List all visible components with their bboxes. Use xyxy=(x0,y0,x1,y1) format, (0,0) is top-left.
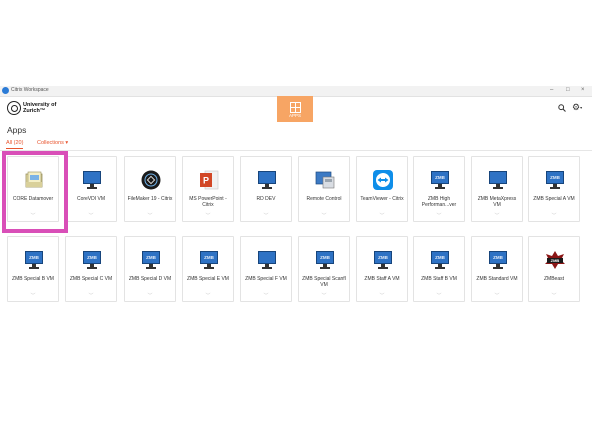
university-seal-icon xyxy=(7,101,21,115)
chevron-down-icon[interactable]: ﹀ xyxy=(263,294,269,299)
app-label: ZMB MetaXpress VM xyxy=(477,196,517,208)
app-tile-zmb-special-f[interactable]: ZMB Special F VM ﹀ xyxy=(240,236,292,302)
chevron-down-icon[interactable]: ﹀ xyxy=(263,214,269,219)
app-tile-zmb-high-performance[interactable]: ZMB ZMB High Performan...ver ﹀ xyxy=(413,156,465,222)
app-tile-zmb-metaxpress[interactable]: ZMB MetaXpress VM ﹀ xyxy=(471,156,523,222)
chevron-down-icon[interactable]: ﹀ xyxy=(147,214,153,219)
zmb-monitor-icon: ZMB xyxy=(314,249,336,271)
app-tile-zmb-special-e[interactable]: ZMB ZMB Special E VM ﹀ xyxy=(182,236,234,302)
page-title: Apps xyxy=(7,125,27,135)
divider xyxy=(0,150,592,151)
app-label: ZMB Staff B VM xyxy=(421,276,457,282)
app-label: ZMB Special F VM xyxy=(245,276,287,282)
app-tile-ms-powerpoint[interactable]: P MS PowerPoint - Citrix ﹀ xyxy=(182,156,234,222)
app-tile-corevdi-vm[interactable]: CoreVDI VM ﹀ xyxy=(65,156,117,222)
app-tile-zmb-special-c[interactable]: ZMB ZMB Special C VM ﹀ xyxy=(65,236,117,302)
svg-text:ZMB: ZMB xyxy=(551,258,560,263)
close-button[interactable]: × xyxy=(581,86,585,95)
app-label: ZMBeast xyxy=(543,276,564,282)
app-label: ZMB Special D VM xyxy=(128,276,172,282)
tab-collections[interactable]: Collections ▾ xyxy=(37,140,68,146)
nav-apps-tab[interactable]: APPS xyxy=(277,96,313,122)
svg-text:P: P xyxy=(203,176,209,186)
app-label: ZMB Special C VM xyxy=(69,276,113,282)
zmb-monitor-icon: ZMB xyxy=(487,249,509,271)
chevron-down-icon[interactable]: ﹀ xyxy=(205,294,211,299)
app-label: ZMB Special A VM xyxy=(533,196,575,202)
monitor-icon xyxy=(256,249,278,271)
powerpoint-icon: P xyxy=(200,170,219,190)
gear-icon[interactable]: ⚙▾ xyxy=(572,103,584,112)
chevron-down-icon[interactable]: ﹀ xyxy=(30,294,36,299)
remote-control-icon xyxy=(315,171,335,189)
chevron-down-icon[interactable]: ﹀ xyxy=(88,294,94,299)
monitor-icon xyxy=(487,169,509,191)
zmb-monitor-icon: ZMB xyxy=(372,249,394,271)
app-label: TeamViewer - Citrix xyxy=(360,196,404,202)
zmb-monitor-icon: ZMB xyxy=(81,249,103,271)
app-tile-zmb-special-d[interactable]: ZMB ZMB Special D VM ﹀ xyxy=(124,236,176,302)
chevron-down-icon[interactable]: ﹀ xyxy=(551,294,557,299)
app-tile-teamviewer[interactable]: TeamViewer - Citrix ﹀ xyxy=(356,156,408,222)
apps-grid-icon xyxy=(290,102,301,113)
app-label: ZMB High Performan...ver xyxy=(421,196,457,208)
chevron-down-icon[interactable]: ﹀ xyxy=(551,214,557,219)
tab-all[interactable]: All (20) xyxy=(6,140,23,146)
zmb-monitor-icon: ZMB xyxy=(198,249,220,271)
chevron-down-icon[interactable]: ﹀ xyxy=(88,214,94,219)
zmb-monitor-icon: ZMB xyxy=(140,249,162,271)
app-label: ZMB Special E VM xyxy=(187,276,229,282)
app-label: ZMB Staff A VM xyxy=(364,276,400,282)
chevron-down-icon[interactable]: ﹀ xyxy=(494,214,500,219)
minimize-button[interactable]: – xyxy=(550,86,553,95)
zmb-monitor-icon: ZMB xyxy=(23,249,45,271)
app-label: Remote Control xyxy=(306,196,342,202)
chevron-down-icon[interactable]: ﹀ xyxy=(321,294,327,299)
citrix-logo-icon xyxy=(2,87,9,94)
app-tile-zmb-special-a[interactable]: ZMB ZMB Special A VM ﹀ xyxy=(528,156,580,222)
app-tile-zmb-staff-b[interactable]: ZMB ZMB Staff B VM ﹀ xyxy=(413,236,465,302)
chevron-down-icon[interactable]: ﹀ xyxy=(379,214,385,219)
app-label: ZMB Special B VM xyxy=(12,276,54,282)
filemaker-icon xyxy=(141,170,161,190)
chevron-down-icon[interactable]: ﹀ xyxy=(494,294,500,299)
monitor-icon xyxy=(256,169,278,191)
app-label: FileMaker 19 - Citrix xyxy=(127,196,173,202)
chevron-down-icon[interactable]: ﹀ xyxy=(379,294,385,299)
app-tile-zmb-special-scanfl[interactable]: ZMB ZMB Special Scanfl VM ﹀ xyxy=(298,236,350,302)
nav-apps-label: APPS xyxy=(288,113,301,118)
maximize-button[interactable]: □ xyxy=(566,86,570,95)
university-logo[interactable]: University of Zurich™ xyxy=(7,100,57,120)
app-label: CoreVDI VM xyxy=(76,196,106,202)
chevron-down-icon[interactable]: ﹀ xyxy=(436,294,442,299)
university-name: University of Zurich™ xyxy=(23,102,56,114)
app-tile-filemaker[interactable]: FileMaker 19 - Citrix ﹀ xyxy=(124,156,176,222)
app-tile-zmb-special-b[interactable]: ZMB ZMB Special B VM ﹀ xyxy=(7,236,59,302)
search-icon[interactable] xyxy=(558,104,566,112)
chevron-down-icon[interactable]: ﹀ xyxy=(321,214,327,219)
chevron-down-icon[interactable]: ﹀ xyxy=(205,214,211,219)
window-title: Citrix Workspace xyxy=(11,87,49,93)
zmb-monitor-icon: ZMB xyxy=(544,169,566,191)
app-tile-remote-control[interactable]: Remote Control ﹀ xyxy=(298,156,350,222)
app-label: MS PowerPoint - Citrix xyxy=(189,196,227,208)
app-tile-zmbeast[interactable]: ZMB ZMBeast ﹀ xyxy=(528,236,580,302)
app-label: ZMB Standard VM xyxy=(476,276,518,282)
zmb-monitor-icon: ZMB xyxy=(429,249,451,271)
app-tile-rd-dev[interactable]: RD DEV ﹀ xyxy=(240,156,292,222)
app-tile-zmb-standard[interactable]: ZMB ZMB Standard VM ﹀ xyxy=(471,236,523,302)
tab-all-underline xyxy=(6,148,23,150)
university-name-line2: Zurich™ xyxy=(23,108,46,114)
zmbeast-icon: ZMB xyxy=(545,251,565,269)
app-label: RD DEV xyxy=(256,196,276,202)
chevron-down-icon[interactable]: ﹀ xyxy=(436,214,442,219)
chevron-down-icon[interactable]: ﹀ xyxy=(147,294,153,299)
monitor-icon xyxy=(81,169,103,191)
zmb-monitor-icon: ZMB xyxy=(429,169,451,191)
selection-highlight xyxy=(2,151,68,233)
app-label: ZMB Special Scanfl VM xyxy=(302,276,346,288)
app-tile-zmb-staff-a[interactable]: ZMB ZMB Staff A VM ﹀ xyxy=(356,236,408,302)
teamviewer-icon xyxy=(373,170,393,190)
